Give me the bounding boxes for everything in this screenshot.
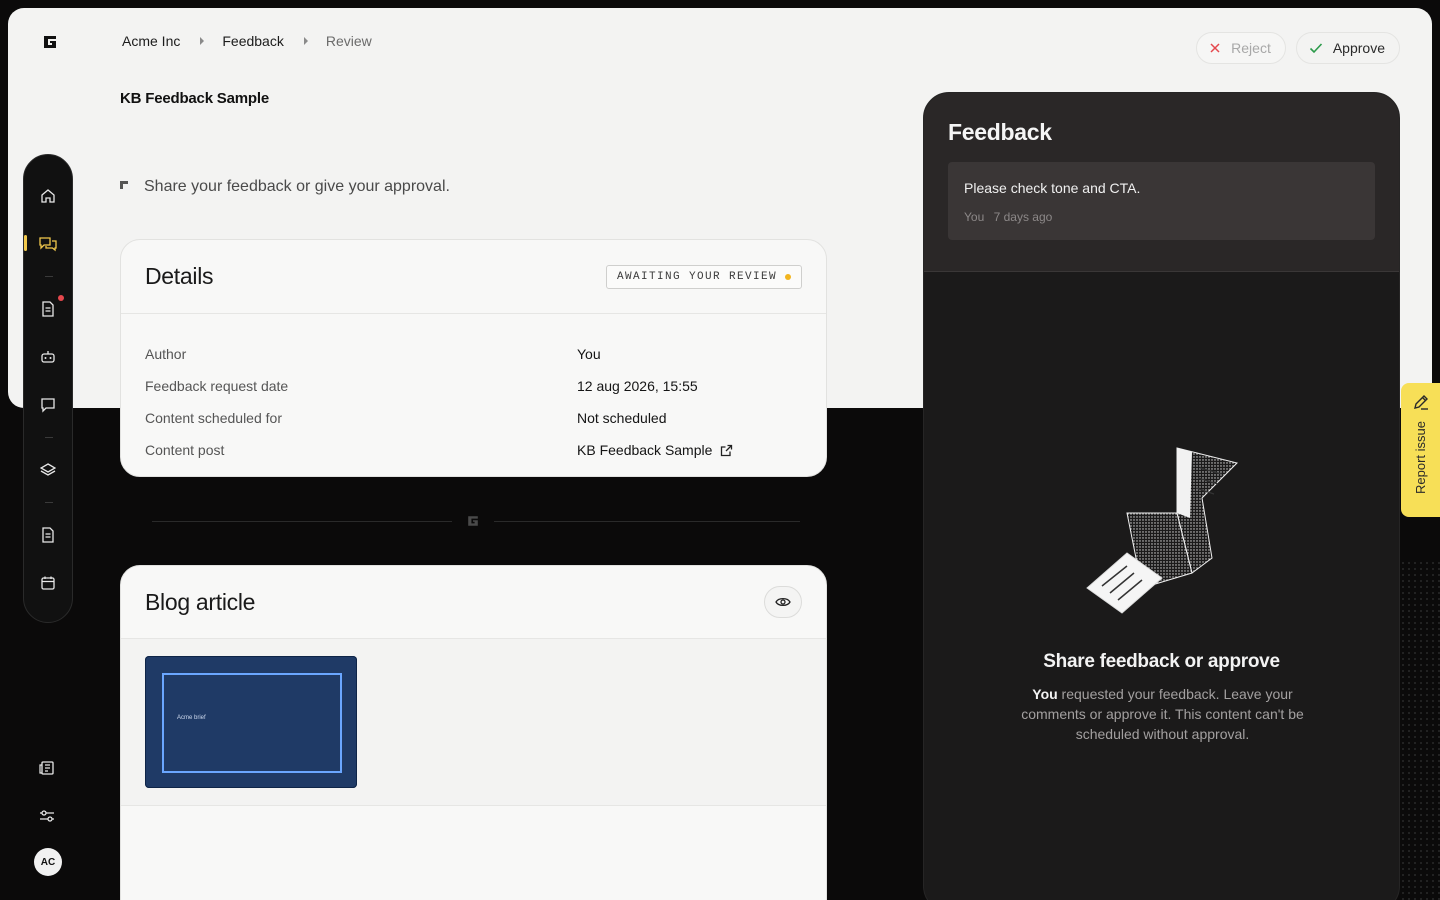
empty-state-title: Share feedback or approve: [1043, 651, 1280, 672]
status-badge-text: AWAITING YOUR REVIEW: [616, 270, 777, 283]
settings-sliders-icon[interactable]: [38, 807, 56, 825]
robot-icon[interactable]: [39, 348, 57, 366]
approve-button[interactable]: Approve: [1295, 32, 1400, 64]
comment-time: 7 days ago: [993, 210, 1053, 224]
user-avatar[interactable]: AC: [34, 848, 62, 876]
home-icon[interactable]: [39, 187, 57, 205]
blog-article-card: Blog article Acme brief: [120, 565, 827, 900]
reject-button[interactable]: Reject: [1196, 32, 1286, 64]
page-hint: Share your feedback or give your approva…: [120, 178, 450, 196]
detail-row-request-date: Feedback request date 12 aug 2026, 15:55: [145, 370, 802, 402]
report-issue-label: Report issue: [1413, 421, 1428, 494]
comment-meta: You 7 days ago: [964, 210, 1359, 224]
page-hint-text: Share your feedback or give your approva…: [144, 178, 450, 195]
article-thumbnail[interactable]: Acme brief: [145, 656, 357, 788]
breadcrumb-review: Review: [325, 33, 372, 49]
feedback-panel: Feedback Please check tone and CTA. You …: [923, 92, 1400, 900]
review-actions: Reject Approve: [1196, 32, 1400, 64]
details-card: Details AWAITING YOUR REVIEW Author You …: [120, 239, 827, 477]
feedback-header: Feedback Please check tone and CTA. You …: [924, 93, 1399, 272]
sidebar-divider: [45, 502, 53, 503]
layers-icon[interactable]: [39, 461, 57, 479]
document-icon[interactable]: [39, 300, 57, 318]
detail-value: 12 aug 2026, 15:55: [577, 378, 698, 394]
breadcrumb: Acme Inc Feedback Review: [122, 33, 372, 49]
detail-label: Content scheduled for: [145, 410, 282, 426]
sidebar: [23, 154, 73, 623]
feedback-title: Feedback: [948, 119, 1052, 145]
feedback-icon[interactable]: [39, 235, 57, 253]
eye-icon: [775, 597, 791, 607]
media-row: Acme brief: [121, 639, 826, 806]
content-post-link-text: KB Feedback Sample: [577, 442, 713, 458]
sidebar-divider: [45, 437, 53, 438]
thumbnail-text: Acme brief: [177, 715, 206, 721]
empty-state-requester: You: [1032, 686, 1058, 702]
comment-text: Please check tone and CTA.: [964, 180, 1141, 196]
breadcrumb-feedback[interactable]: Feedback: [222, 33, 283, 49]
detail-row-scheduled: Content scheduled for Not scheduled: [145, 402, 802, 434]
pencil-icon: [1413, 395, 1428, 410]
detail-label: Feedback request date: [145, 378, 289, 394]
check-icon: [1309, 43, 1322, 54]
status-badge: AWAITING YOUR REVIEW: [605, 264, 802, 289]
news-icon[interactable]: [38, 759, 56, 777]
section-separator: [152, 521, 452, 522]
page-title: KB Feedback Sample: [120, 90, 269, 107]
detail-label: Author: [145, 346, 187, 362]
feedback-comment[interactable]: Please check tone and CTA. You 7 days ag…: [948, 162, 1375, 240]
page-icon[interactable]: [39, 526, 57, 544]
active-indicator: [24, 235, 27, 251]
breadcrumb-separator-icon: [303, 37, 308, 45]
section-separator: [494, 521, 800, 522]
calendar-icon[interactable]: [39, 574, 57, 592]
reject-label: Reject: [1231, 40, 1271, 56]
thumbnail-frame: [162, 673, 342, 773]
status-dot-icon: [785, 273, 791, 280]
corner-mark-icon: [120, 181, 128, 189]
paper-scroll-illustration: [1086, 447, 1238, 614]
details-title: Details: [145, 263, 214, 289]
blog-title: Blog article: [145, 588, 256, 615]
chat-icon[interactable]: [39, 396, 57, 414]
sidebar-divider: [45, 276, 53, 277]
brand-mark-icon: [468, 516, 478, 526]
app-logo-icon[interactable]: [40, 32, 60, 52]
close-icon: [1210, 43, 1220, 53]
report-issue-tab[interactable]: Report issue: [1401, 383, 1440, 517]
detail-label: Content post: [145, 442, 225, 458]
notification-dot: [58, 295, 64, 301]
comment-author: You: [964, 210, 985, 224]
empty-state-text: requested your feedback. Leave your comm…: [1021, 686, 1304, 742]
dot-pattern: [1400, 560, 1440, 900]
details-rows: Author You Feedback request date 12 aug …: [121, 314, 826, 466]
external-link-icon: [721, 444, 733, 456]
detail-value: You: [577, 346, 601, 362]
breadcrumb-separator-icon: [200, 37, 205, 45]
detail-row-author: Author You: [145, 338, 802, 370]
preview-button[interactable]: [764, 586, 802, 618]
blog-header: Blog article: [121, 566, 826, 639]
detail-value: Not scheduled: [577, 410, 667, 426]
empty-state-description: You requested your feedback. Leave your …: [1004, 684, 1321, 744]
breadcrumb-acme[interactable]: Acme Inc: [122, 33, 180, 49]
content-post-link[interactable]: KB Feedback Sample: [577, 442, 733, 458]
approve-label: Approve: [1332, 40, 1385, 56]
detail-row-content-post: Content post KB Feedback Sample: [145, 434, 802, 466]
details-header: Details AWAITING YOUR REVIEW: [121, 240, 826, 314]
